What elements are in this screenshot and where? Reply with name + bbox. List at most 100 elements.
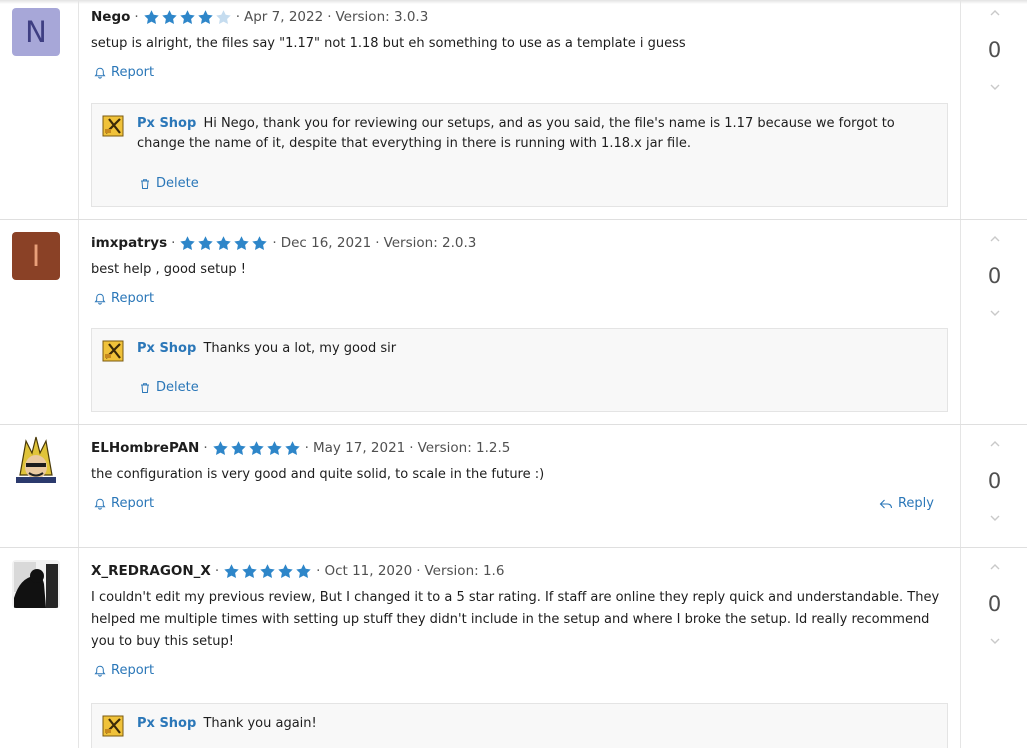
separator: ·	[134, 9, 139, 25]
review-author[interactable]: ELHombrePAN	[91, 440, 199, 456]
review-content: X_REDRAGON_X · · Oct 11, 2020 · Version:…	[91, 562, 948, 748]
delete-label: Delete	[156, 380, 199, 395]
review-item: N Nego · · Apr 7, 2022 · Version: 3.0.3 …	[0, 0, 1027, 220]
downvote-button[interactable]	[961, 634, 1027, 652]
review-header: imxpatrys · · Dec 16, 2021 · Version: 2.…	[91, 234, 948, 252]
separator: ·	[416, 563, 421, 579]
separator: ·	[203, 440, 208, 456]
review-content: Nego · · Apr 7, 2022 · Version: 3.0.3 se…	[91, 8, 948, 207]
chevron-up-icon	[990, 441, 999, 447]
star-filled-icon	[143, 9, 160, 26]
star-filled-icon	[230, 440, 247, 457]
reply-arrow-icon	[879, 499, 893, 508]
star-filled-icon	[266, 440, 283, 457]
review-date[interactable]: Dec 16, 2021	[281, 235, 372, 251]
review-version: Version: 1.6	[424, 563, 505, 579]
upvote-button[interactable]	[961, 6, 1027, 24]
bell-icon	[94, 498, 106, 510]
separator: ·	[327, 9, 332, 25]
separator: ·	[171, 235, 176, 251]
review-header: Nego · · Apr 7, 2022 · Version: 3.0.3	[91, 8, 948, 26]
px-shop-logo-icon	[102, 340, 124, 362]
report-label: Report	[111, 663, 155, 678]
star-rating	[212, 440, 301, 457]
chevron-down-icon	[990, 84, 999, 90]
review-date[interactable]: May 17, 2021	[313, 440, 405, 456]
upvote-button[interactable]	[961, 232, 1027, 250]
trash-icon	[141, 178, 149, 189]
report-label: Report	[111, 65, 155, 80]
star-filled-icon	[197, 9, 214, 26]
author-reply: Px Shop Thanks you a lot, my good sir De…	[91, 328, 948, 412]
star-filled-icon	[251, 235, 268, 252]
bell-icon	[94, 67, 106, 79]
vote-count: 0	[987, 469, 1002, 493]
reply-body: Px Shop Hi Nego, thank you for reviewing…	[137, 114, 935, 154]
px-shop-logo-icon	[102, 115, 124, 137]
report-label: Report	[111, 291, 155, 306]
avatar-letter: N	[25, 15, 47, 49]
downvote-button[interactable]	[961, 80, 1027, 98]
delete-button[interactable]: Delete	[139, 380, 199, 395]
avatar-column	[0, 548, 79, 748]
separator: ·	[409, 440, 414, 456]
vote-column: 0	[960, 0, 1027, 219]
avatar[interactable]	[12, 435, 60, 483]
report-button[interactable]: Report	[94, 663, 154, 678]
vote-count: 0	[987, 38, 1002, 62]
px-shop-logo-icon	[102, 715, 124, 737]
star-filled-icon	[233, 235, 250, 252]
review-version: Version: 3.0.3	[335, 9, 429, 25]
avatar[interactable]	[12, 560, 60, 608]
avatar-column: N	[0, 0, 79, 219]
delete-button[interactable]: Delete	[139, 176, 199, 191]
star-rating	[179, 235, 268, 252]
vote-column: 0	[960, 425, 1027, 547]
review-text: I couldn't edit my previous review, But …	[91, 590, 940, 649]
report-button[interactable]: Report	[94, 291, 154, 306]
star-empty-icon	[215, 9, 232, 26]
star-filled-icon	[223, 563, 240, 580]
upvote-button[interactable]	[961, 560, 1027, 578]
star-rating	[143, 9, 232, 26]
reply-body: Px Shop Thank you again!	[137, 714, 935, 734]
chevron-up-icon	[990, 10, 999, 16]
bell-icon	[94, 293, 106, 305]
reply-button[interactable]: Reply	[879, 496, 934, 511]
review-actions: Report	[91, 663, 948, 681]
review-text: the configuration is very good and quite…	[91, 467, 545, 482]
downvote-button[interactable]	[961, 306, 1027, 324]
review-version: Version: 2.0.3	[383, 235, 477, 251]
reply-author[interactable]: Px Shop	[137, 116, 196, 131]
downvote-button[interactable]	[961, 511, 1027, 529]
star-filled-icon	[197, 235, 214, 252]
star-filled-icon	[284, 440, 301, 457]
report-button[interactable]: Report	[94, 496, 154, 511]
separator: ·	[375, 235, 380, 251]
avatar-column: I	[0, 220, 79, 424]
separator: ·	[272, 235, 277, 251]
separator: ·	[304, 440, 309, 456]
reply-author[interactable]: Px Shop	[137, 341, 196, 356]
review-author[interactable]: imxpatrys	[91, 235, 167, 251]
review-item: X_REDRAGON_X · · Oct 11, 2020 · Version:…	[0, 548, 1027, 748]
star-filled-icon	[179, 235, 196, 252]
review-author[interactable]: X_REDRAGON_X	[91, 563, 211, 579]
star-filled-icon	[241, 563, 258, 580]
review-author[interactable]: Nego	[91, 9, 130, 25]
review-content: imxpatrys · · Dec 16, 2021 · Version: 2.…	[91, 234, 948, 412]
avatar[interactable]: I	[12, 232, 60, 280]
review-content: ELHombrePAN · · May 17, 2021 · Version: …	[91, 439, 948, 514]
vote-count: 0	[987, 592, 1002, 616]
author-reply: Px Shop Thank you again!	[91, 703, 948, 748]
review-date[interactable]: Oct 11, 2020	[324, 563, 412, 579]
report-button[interactable]: Report	[94, 65, 154, 80]
avatar[interactable]: N	[12, 8, 60, 56]
upvote-button[interactable]	[961, 437, 1027, 455]
star-filled-icon	[215, 235, 232, 252]
reply-author[interactable]: Px Shop	[137, 716, 196, 731]
vote-column: 0	[960, 548, 1027, 748]
review-date[interactable]: Apr 7, 2022	[244, 9, 323, 25]
chevron-up-icon	[990, 564, 999, 570]
review-actions: Report	[91, 65, 948, 83]
